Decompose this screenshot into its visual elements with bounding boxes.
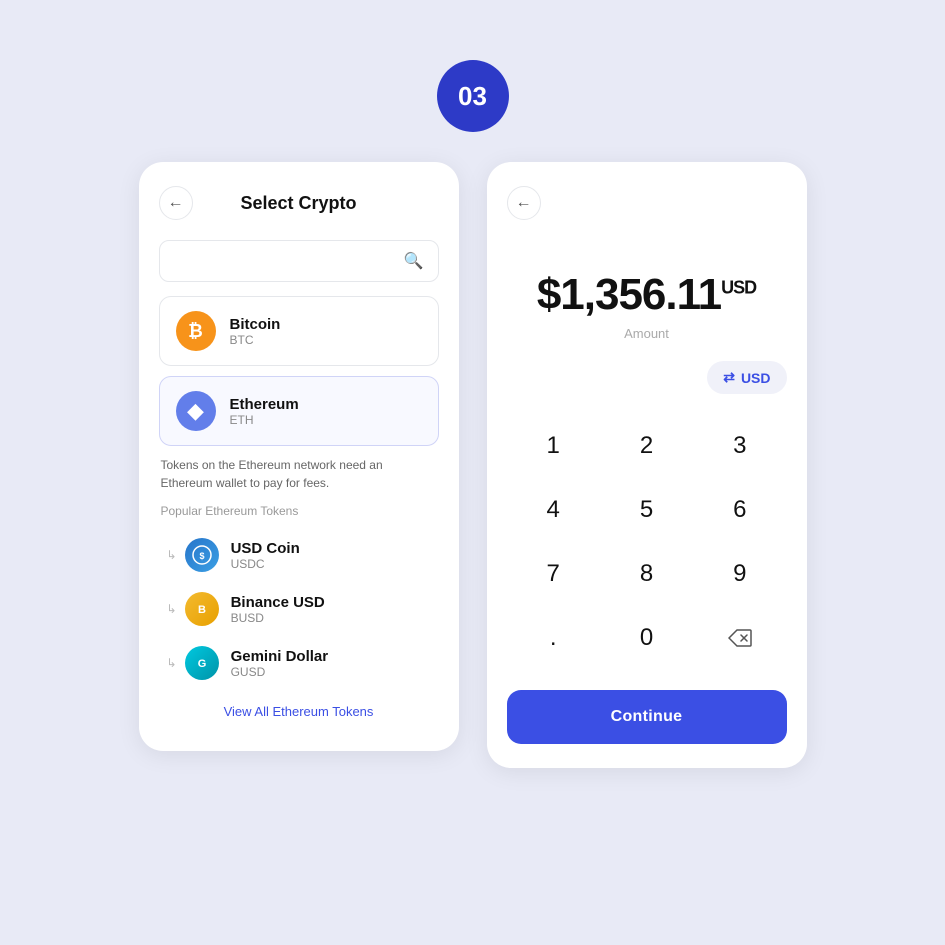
key-8[interactable]: 8 xyxy=(600,542,693,606)
usdc-item[interactable]: ↳ $ USD Coin USDC xyxy=(159,528,439,582)
eth-note: Tokens on the Ethereum network need an E… xyxy=(159,456,439,492)
bitcoin-name: Bitcoin xyxy=(230,316,281,333)
view-all-link[interactable]: View All Ethereum Tokens xyxy=(159,696,439,727)
busd-name: Binance USD xyxy=(231,594,325,611)
amount-panel: ← $1,356.11USD Amount ⇄ USD 1 2 3 4 5 6 … xyxy=(487,162,807,768)
usdc-info: USD Coin USDC xyxy=(231,540,300,571)
key-1[interactable]: 1 xyxy=(507,414,600,478)
amount-value: $1,356.11USD xyxy=(537,270,756,319)
right-panel-header: ← xyxy=(507,186,787,220)
key-6[interactable]: 6 xyxy=(693,478,786,542)
gusd-logo: G xyxy=(185,646,219,680)
key-0[interactable]: 0 xyxy=(600,606,693,670)
gusd-name: Gemini Dollar xyxy=(231,648,329,665)
currency-toggle: ⇄ USD xyxy=(507,361,787,394)
busd-logo: B xyxy=(185,592,219,626)
back-button-right[interactable]: ← xyxy=(507,186,541,220)
numpad: 1 2 3 4 5 6 7 8 9 . 0 xyxy=(507,414,787,670)
panels-container: ← Select Crypto 🔍 ₿ Bitcoin BTC Ethereum… xyxy=(139,162,807,768)
swap-icon: ⇄ xyxy=(723,369,735,386)
search-bar[interactable]: 🔍 xyxy=(159,240,439,282)
key-2[interactable]: 2 xyxy=(600,414,693,478)
bitcoin-symbol: BTC xyxy=(230,333,281,347)
ethereum-symbol: ETH xyxy=(230,413,299,427)
select-crypto-panel: ← Select Crypto 🔍 ₿ Bitcoin BTC Ethereum… xyxy=(139,162,459,751)
key-delete[interactable] xyxy=(693,606,786,670)
popular-label: Popular Ethereum Tokens xyxy=(159,504,439,518)
busd-symbol: BUSD xyxy=(231,611,325,625)
step-number: 03 xyxy=(458,81,487,112)
svg-text:G: G xyxy=(197,658,206,670)
continue-button[interactable]: Continue xyxy=(507,690,787,744)
usdc-symbol: USDC xyxy=(231,557,300,571)
sub-arrow-gusd: ↳ xyxy=(167,656,177,670)
step-badge: 03 xyxy=(437,60,509,132)
svg-text:B: B xyxy=(198,604,206,616)
panel-header: ← Select Crypto xyxy=(159,186,439,220)
key-3[interactable]: 3 xyxy=(693,414,786,478)
panel-title: Select Crypto xyxy=(193,193,405,214)
amount-display: $1,356.11USD xyxy=(507,270,787,320)
key-9[interactable]: 9 xyxy=(693,542,786,606)
back-button-left[interactable]: ← xyxy=(159,186,193,220)
key-dot[interactable]: . xyxy=(507,606,600,670)
sub-arrow-busd: ↳ xyxy=(167,602,177,616)
ethereum-name: Ethereum xyxy=(230,396,299,413)
search-icon: 🔍 xyxy=(404,251,424,271)
btc-logo: ₿ xyxy=(176,311,216,351)
busd-item[interactable]: ↳ B Binance USD BUSD xyxy=(159,582,439,636)
gusd-symbol: GUSD xyxy=(231,665,329,679)
usdc-name: USD Coin xyxy=(231,540,300,557)
eth-logo xyxy=(176,391,216,431)
currency-toggle-button[interactable]: ⇄ USD xyxy=(707,361,786,394)
key-4[interactable]: 4 xyxy=(507,478,600,542)
bitcoin-item[interactable]: ₿ Bitcoin BTC xyxy=(159,296,439,366)
usdc-logo: $ xyxy=(185,538,219,572)
bitcoin-info: Bitcoin BTC xyxy=(230,316,281,347)
amount-label: Amount xyxy=(507,326,787,341)
svg-text:$: $ xyxy=(199,551,204,561)
busd-info: Binance USD BUSD xyxy=(231,594,325,625)
ethereum-item[interactable]: Ethereum ETH xyxy=(159,376,439,446)
ethereum-info: Ethereum ETH xyxy=(230,396,299,427)
currency-toggle-label: USD xyxy=(741,370,771,386)
key-5[interactable]: 5 xyxy=(600,478,693,542)
gusd-item[interactable]: ↳ G Gemini Dollar GUSD xyxy=(159,636,439,690)
search-input[interactable] xyxy=(174,253,404,269)
gusd-info: Gemini Dollar GUSD xyxy=(231,648,329,679)
key-7[interactable]: 7 xyxy=(507,542,600,606)
sub-arrow-usdc: ↳ xyxy=(167,548,177,562)
